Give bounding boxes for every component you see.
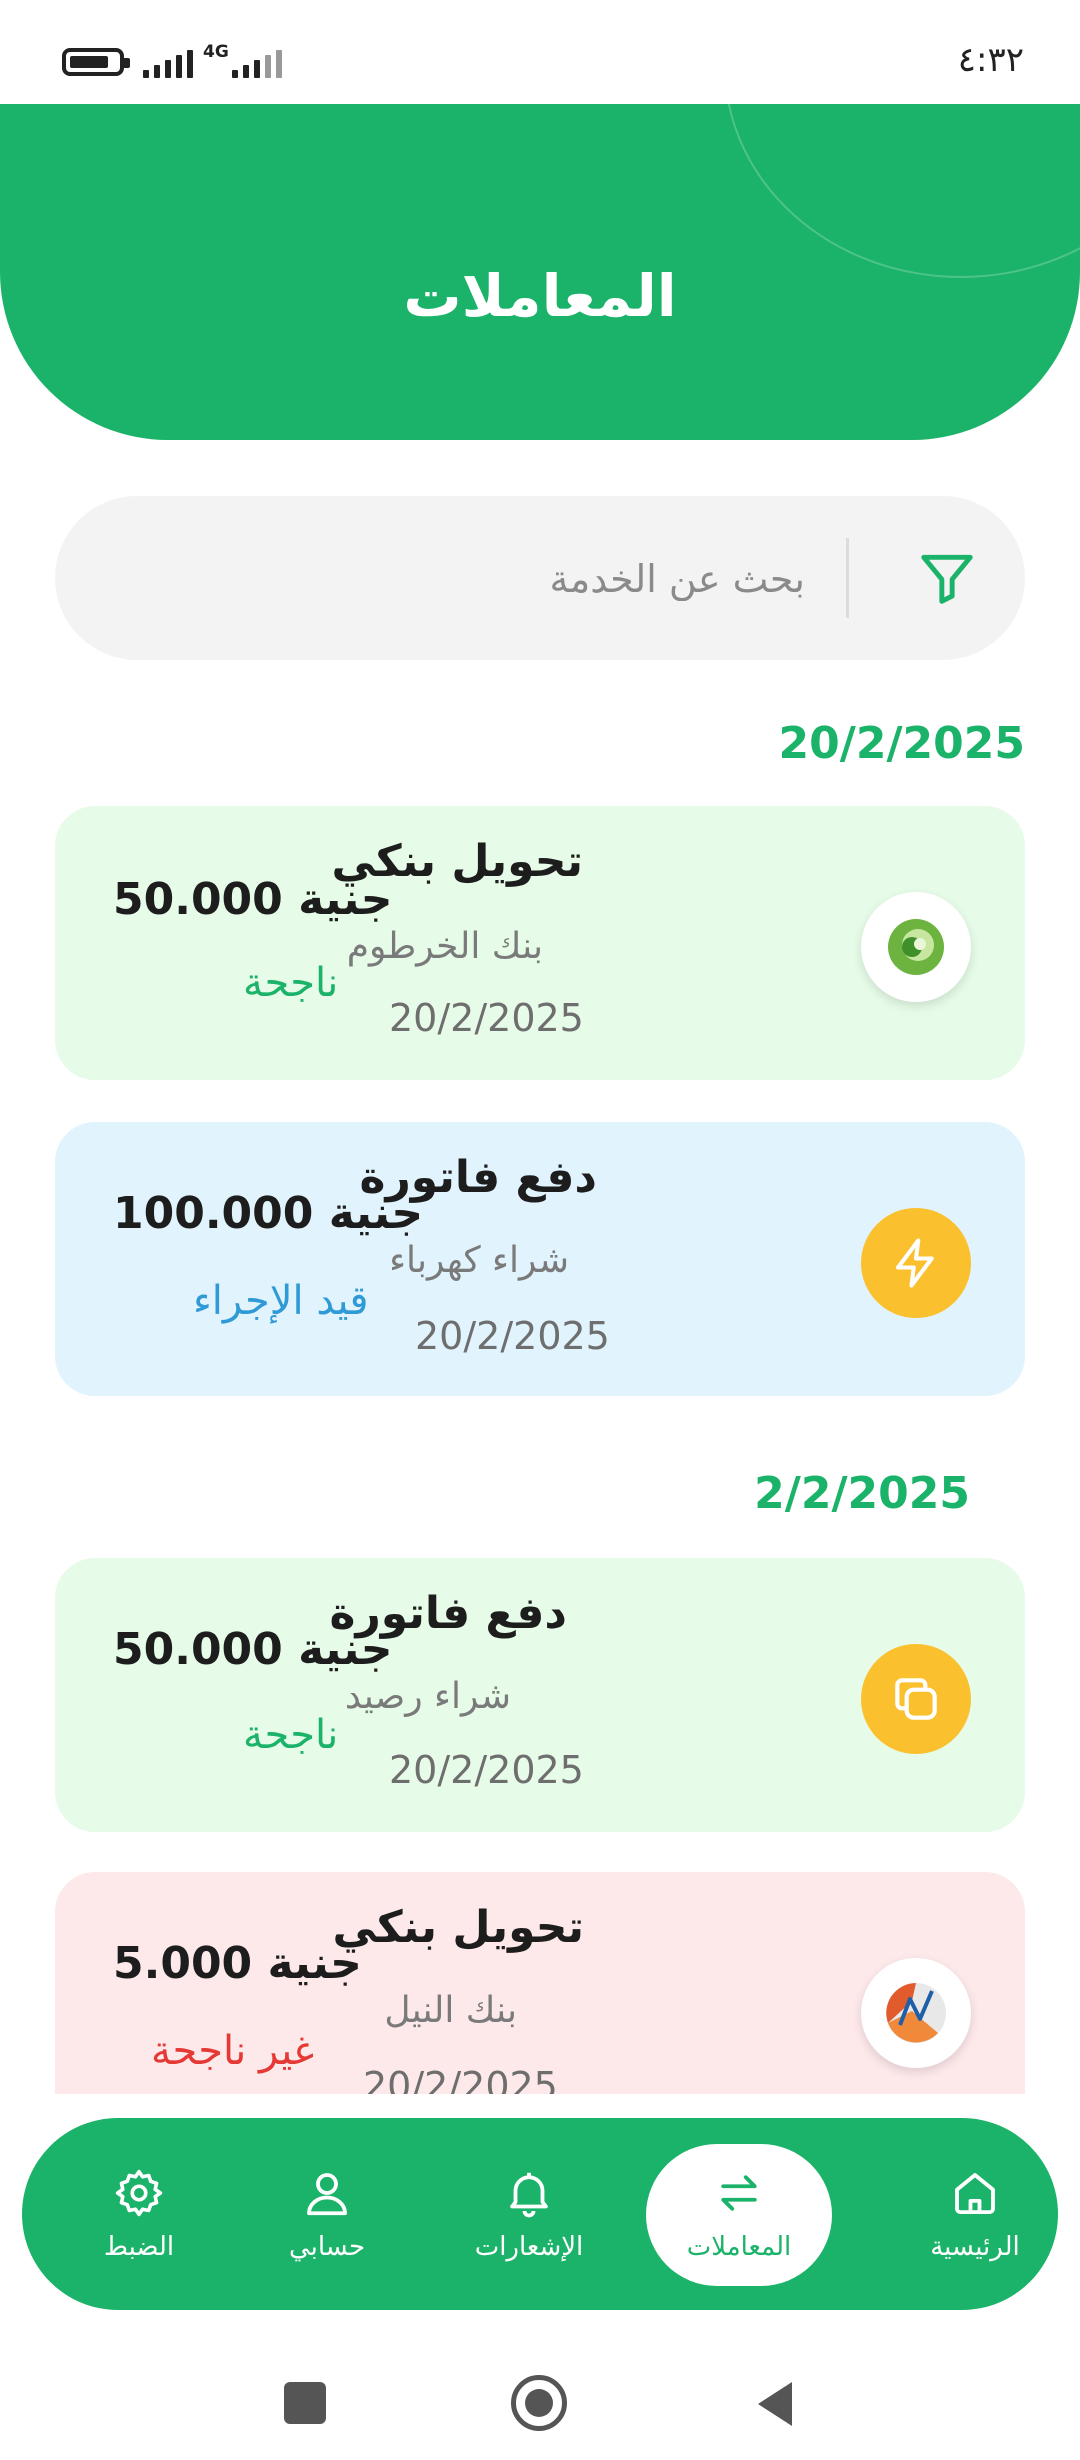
card-clip: تحويل بنكي بنك النيل 20/2/2025 5.000 جني… xyxy=(0,1872,1080,2094)
transaction-subtitle: بنك النيل xyxy=(384,1990,517,2031)
filter-button[interactable] xyxy=(907,538,987,618)
transaction-status: ناجحة xyxy=(243,960,339,1006)
battery-icon xyxy=(62,48,130,76)
gear-icon xyxy=(115,2169,163,2217)
nav-label: حسابي xyxy=(288,2232,366,2262)
transaction-amount: 50.000 جنية xyxy=(113,1624,393,1675)
transaction-status: قيد الإجراء xyxy=(193,1278,369,1324)
transaction-subtitle: بنك الخرطوم xyxy=(346,926,543,967)
transaction-card[interactable]: تحويل بنكي بنك النيل 20/2/2025 5.000 جني… xyxy=(55,1872,1025,2094)
nav-label: الإشعارات xyxy=(474,2232,584,2262)
back-button[interactable] xyxy=(752,2378,796,2430)
signal-icon-secondary xyxy=(232,46,282,78)
nav-item-transactions[interactable]: المعاملات xyxy=(646,2118,832,2310)
nav-item-home[interactable]: الرئيسية xyxy=(882,2118,1068,2310)
network-type-label: 4G xyxy=(203,42,229,62)
nav-item-account[interactable]: حسابي xyxy=(234,2118,420,2310)
transaction-card[interactable]: دفع فاتورة شراء كهرباء 20/2/2025 100.000… xyxy=(55,1122,1025,1396)
transaction-card[interactable]: دفع فاتورة شراء رصيد 20/2/2025 50.000 جن… xyxy=(55,1558,1025,1832)
search-divider xyxy=(846,538,849,618)
status-time: ٤:٣٢ xyxy=(957,40,1024,80)
transaction-subtitle: شراء رصيد xyxy=(344,1676,511,1717)
group-date: 2/2/2025 xyxy=(754,1468,970,1519)
home-button[interactable] xyxy=(511,2375,567,2431)
nav-item-settings[interactable]: الضبط xyxy=(46,2118,232,2310)
transaction-status: غير ناجحة xyxy=(151,2028,315,2074)
home-icon xyxy=(955,2173,995,2215)
nav-label: المعاملات xyxy=(686,2232,792,2262)
nav-label: الرئيسية xyxy=(930,2232,1020,2262)
system-navigation-bar xyxy=(0,2340,1080,2460)
user-icon xyxy=(307,2173,347,2216)
lightning-icon xyxy=(861,1208,971,1318)
transaction-amount: 50.000 جنية xyxy=(113,874,393,925)
nav-item-notifications[interactable]: الإشعارات xyxy=(436,2118,622,2310)
transfer-icon xyxy=(721,2175,757,2211)
transaction-date: 20/2/2025 xyxy=(415,1314,610,1358)
transaction-title: تحويل بنكي xyxy=(332,1902,584,1953)
bank-nile-logo xyxy=(861,1958,971,2068)
transaction-amount: 5.000 جنية xyxy=(113,1938,362,1989)
transaction-status: ناجحة xyxy=(243,1712,339,1758)
nav-label: الضبط xyxy=(103,2232,175,2262)
status-bar: ٤:٣٢ 4G xyxy=(0,0,1080,104)
transaction-amount: 100.000 جنية xyxy=(113,1188,424,1239)
filter-icon xyxy=(921,554,973,604)
transaction-subtitle: شراء كهرباء xyxy=(389,1240,569,1281)
transaction-date: 20/2/2025 xyxy=(389,1748,584,1792)
signal-icon xyxy=(143,46,193,78)
transaction-date: 20/2/2025 xyxy=(389,996,584,1040)
page-title: المعاملات xyxy=(403,262,677,330)
recent-apps-button[interactable] xyxy=(284,2382,326,2424)
bell-icon xyxy=(510,2172,548,2218)
header: المعاملات xyxy=(0,104,1080,440)
transaction-date: 20/2/2025 xyxy=(363,2064,558,2094)
group-date: 20/2/2025 xyxy=(778,718,1025,769)
search-input[interactable] xyxy=(203,544,807,614)
transaction-card[interactable]: تحويل بنكي بنك الخرطوم 20/2/2025 50.000 … xyxy=(55,806,1025,1080)
bottom-navigation: الرئيسية المعاملات الإشعارات حسابي الضبط xyxy=(22,2118,1058,2310)
search-bar xyxy=(55,496,1025,660)
copy-icon xyxy=(861,1644,971,1754)
header-decoration xyxy=(724,104,1080,278)
bank-khartoum-logo xyxy=(861,892,971,1002)
